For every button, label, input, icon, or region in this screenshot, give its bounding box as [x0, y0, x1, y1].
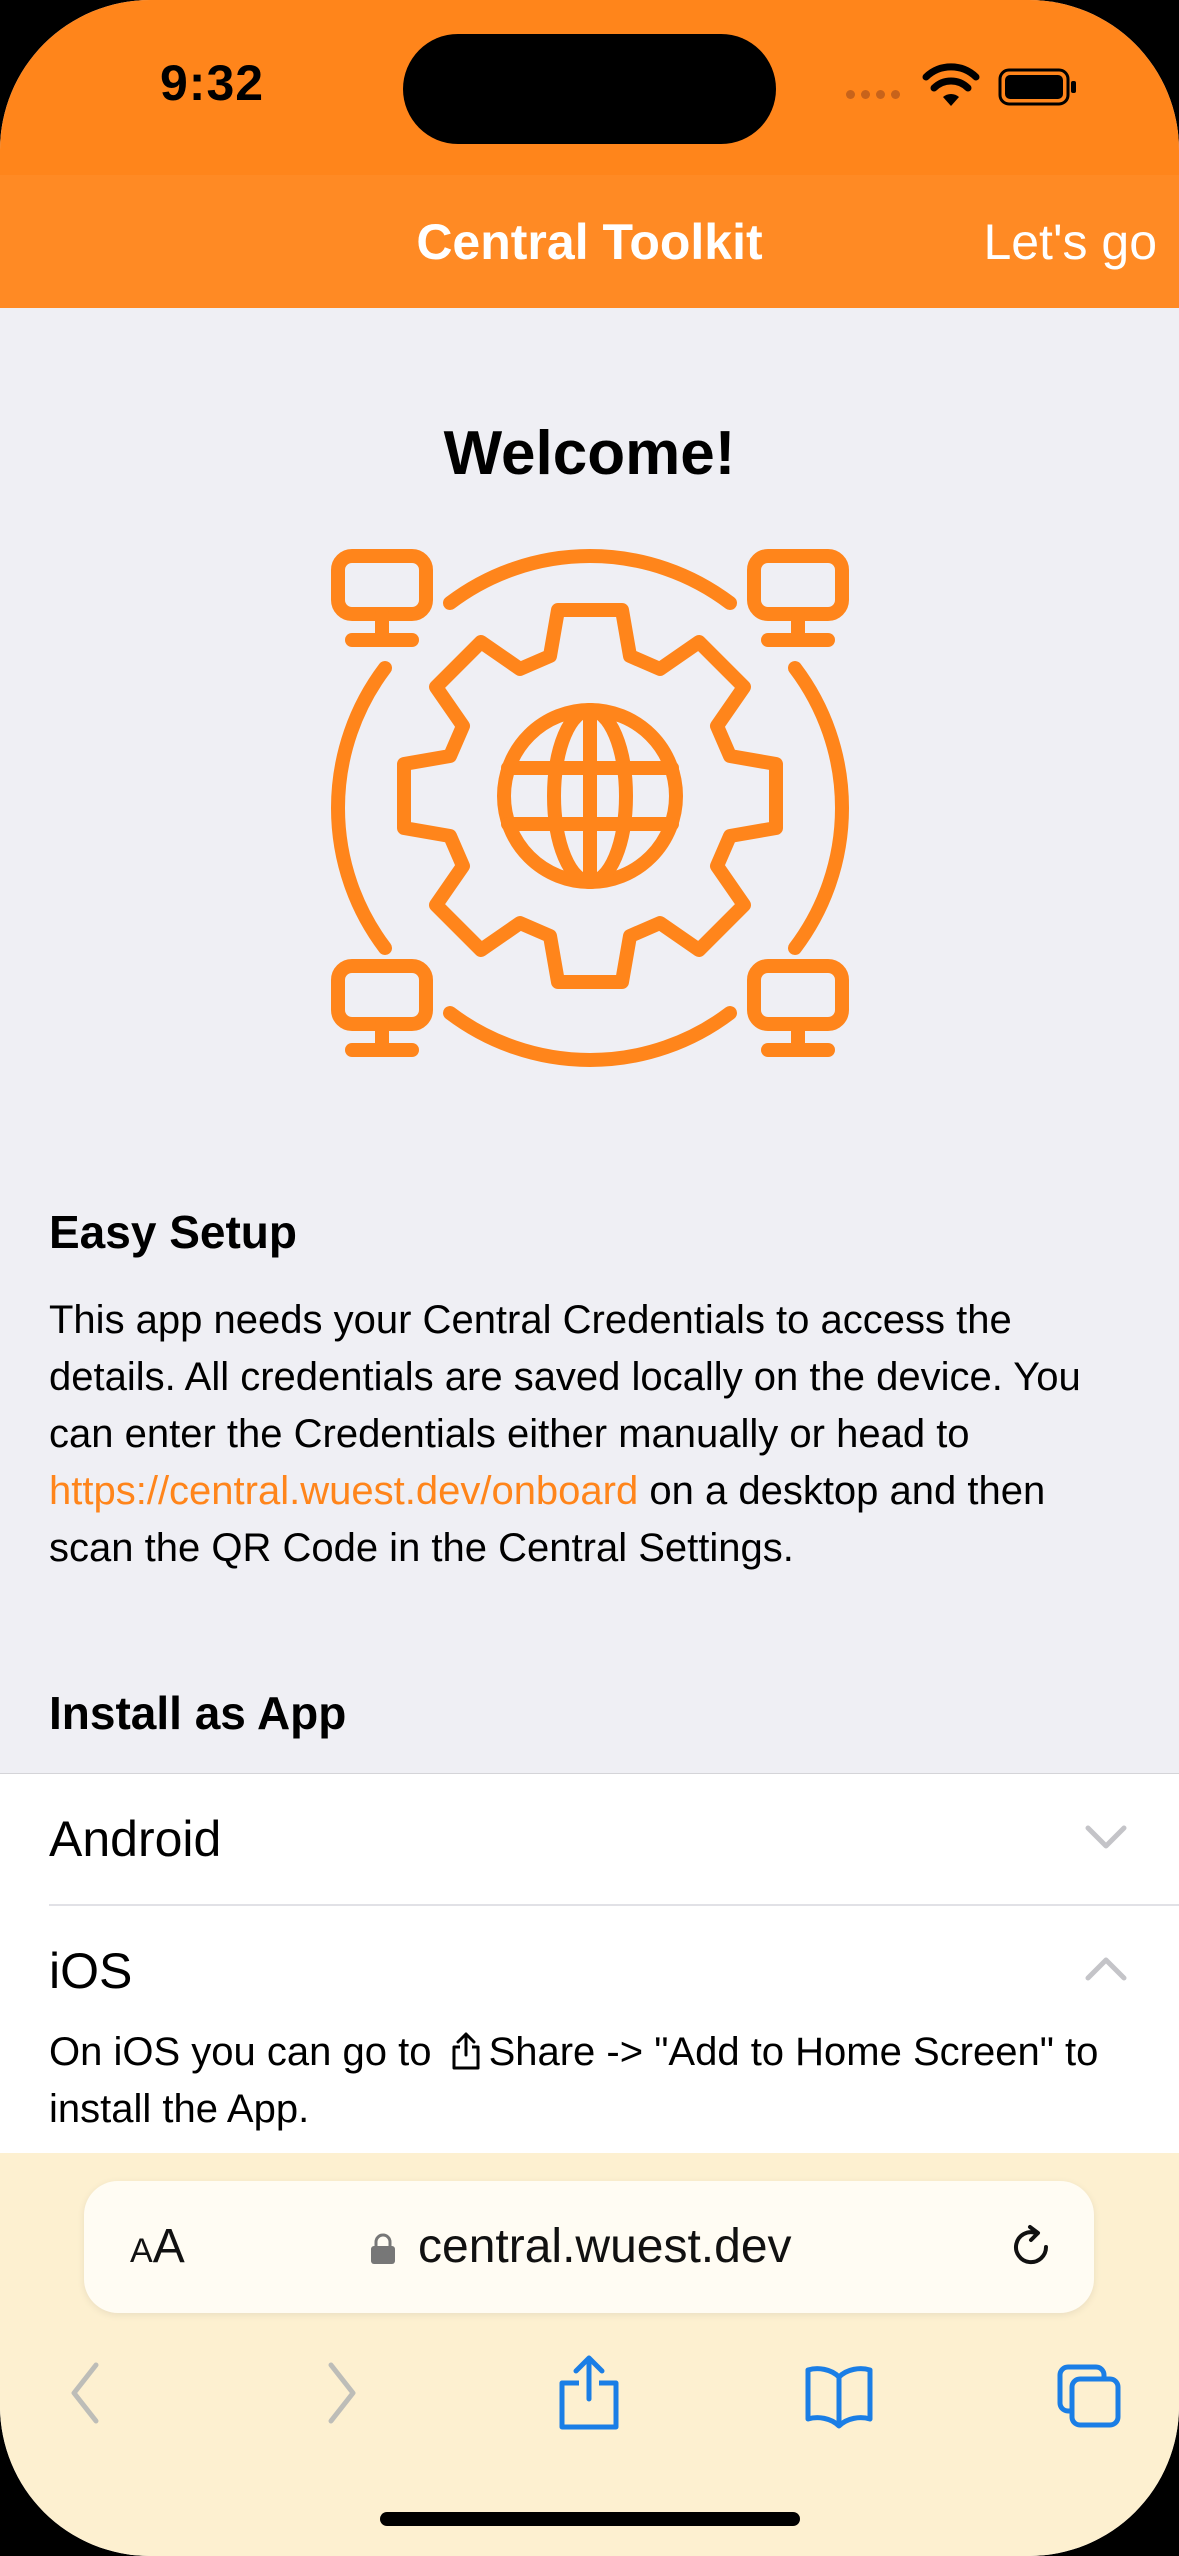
device-frame: 9:32 Central Toolkit Let's go Welcome! E…	[0, 0, 1179, 2556]
battery-icon	[998, 68, 1076, 106]
ios-text-start: On iOS you can go to	[49, 2030, 443, 2074]
install-accordion: Android iOS On iOS you can go to Share -…	[0, 1773, 1179, 2154]
tabs-icon[interactable]	[1054, 2353, 1124, 2433]
share-icon	[452, 2032, 480, 2070]
reload-icon[interactable]	[1006, 2223, 1056, 2273]
gear-globe-network-icon	[330, 548, 850, 1068]
android-label: Android	[49, 1811, 222, 1867]
status-time: 9:32	[160, 55, 265, 111]
bookmarks-icon[interactable]	[804, 2353, 874, 2433]
navigation-bar: Central Toolkit Let's go	[0, 175, 1179, 308]
accordion-item-ios[interactable]: iOS	[0, 1906, 1179, 2036]
status-bar: 9:32	[0, 0, 1179, 175]
welcome-heading: Welcome!	[443, 419, 736, 488]
wifi-icon	[922, 63, 980, 106]
easy-setup-text: This app needs your Central Credentials …	[49, 1292, 1129, 1577]
cellular-signal-icon	[846, 86, 908, 104]
ios-label: iOS	[49, 1943, 133, 1999]
accordion-item-android[interactable]: Android	[0, 1774, 1179, 1904]
chevron-down-icon	[1085, 1825, 1127, 1849]
lets-go-button[interactable]: Let's go	[983, 213, 1157, 271]
ios-instructions: On iOS you can go to Share -> "Add to Ho…	[49, 2024, 1129, 2138]
lock-icon	[371, 2233, 395, 2264]
share-icon[interactable]	[554, 2353, 624, 2433]
screen: 9:32 Central Toolkit Let's go Welcome! E…	[0, 0, 1179, 2556]
chevron-up-icon	[1085, 1957, 1127, 1981]
onboard-link[interactable]: https://central.wuest.dev/onboard	[49, 1469, 638, 1513]
install-heading: Install as App	[49, 1687, 347, 1739]
text-size-button[interactable]: AA	[130, 2219, 185, 2274]
home-indicator	[380, 2512, 800, 2526]
easy-setup-text-start: This app needs your Central Credentials …	[49, 1298, 1081, 1456]
address-bar[interactable]: AA central.wuest.dev	[84, 2181, 1094, 2313]
easy-setup-heading: Easy Setup	[49, 1206, 297, 1258]
dynamic-island	[403, 34, 776, 144]
back-icon[interactable]	[52, 2353, 122, 2433]
url-text: central.wuest.dev	[418, 2220, 792, 2273]
safari-toolbar: AA central.wuest.dev	[0, 2153, 1179, 2556]
forward-icon[interactable]	[305, 2353, 375, 2433]
